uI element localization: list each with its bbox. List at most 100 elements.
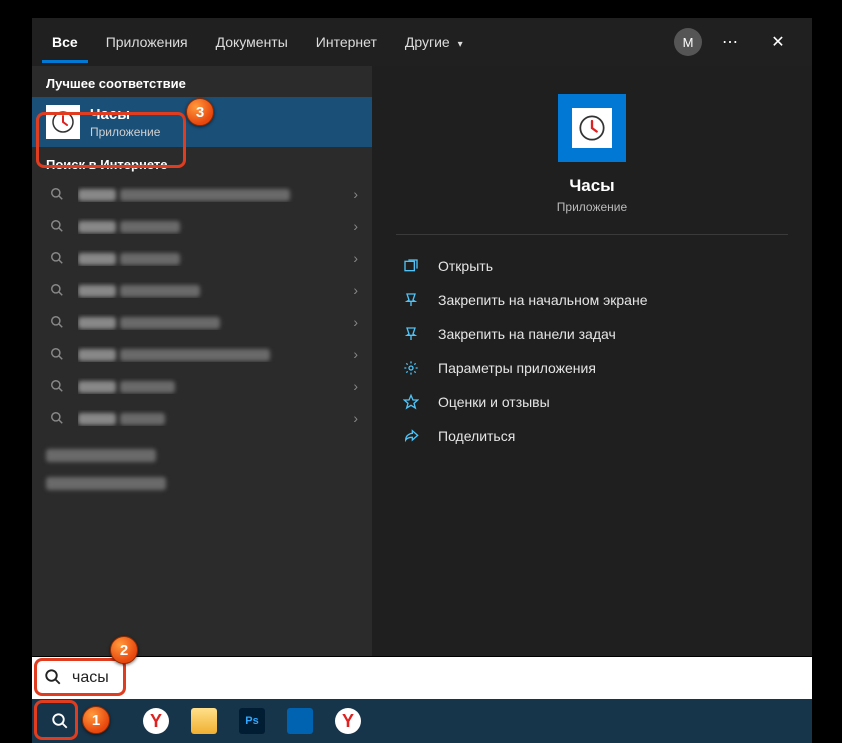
chevron-right-icon: › <box>353 186 358 202</box>
panel-header: Все Приложения Документы Интернет Другие… <box>32 18 812 66</box>
chevron-right-icon: › <box>353 410 358 426</box>
best-match-header: Лучшее соответствие <box>32 66 372 97</box>
browser-icon: Y <box>142 707 170 735</box>
tab-more-label: Другие <box>405 34 450 50</box>
chevron-right-icon: › <box>353 218 358 234</box>
action-share[interactable]: Поделиться <box>396 419 788 453</box>
calendar-icon <box>286 707 314 735</box>
search-icon <box>46 187 68 201</box>
preview-subtitle: Приложение <box>557 200 627 214</box>
web-result-label <box>78 282 353 298</box>
search-icon <box>46 347 68 361</box>
tab-apps[interactable]: Приложения <box>96 22 198 63</box>
web-result-item[interactable]: › <box>32 210 372 242</box>
extra-item[interactable] <box>46 468 358 496</box>
chevron-down-icon: ▾ <box>458 39 463 50</box>
extra-categories <box>32 434 372 502</box>
action-pin-start[interactable]: Закрепить на начальном экране <box>396 283 788 317</box>
folder-icon <box>190 707 218 735</box>
web-results: › › › › <box>32 178 372 434</box>
web-result-item[interactable]: › <box>32 402 372 434</box>
chevron-right-icon: › <box>353 250 358 266</box>
pin-taskbar-icon <box>400 326 422 342</box>
pin-start-icon <box>400 292 422 308</box>
web-result-label <box>78 314 353 330</box>
action-label: Поделиться <box>438 428 515 444</box>
tab-documents[interactable]: Документы <box>206 22 298 63</box>
web-result-label <box>78 346 353 362</box>
action-label: Закрепить на начальном экране <box>438 292 648 308</box>
action-app-settings[interactable]: Параметры приложения <box>396 351 788 385</box>
best-match-item[interactable]: Часы Приложение <box>32 97 372 147</box>
star-icon <box>400 394 422 410</box>
chevron-right-icon: › <box>353 282 358 298</box>
extra-item[interactable] <box>46 440 358 468</box>
search-icon <box>46 411 68 425</box>
preview-header: Часы Приложение <box>396 94 788 235</box>
web-result-label <box>78 378 353 394</box>
best-match-text: Часы Приложение <box>90 106 160 139</box>
share-icon <box>400 428 422 444</box>
clock-icon <box>572 108 612 148</box>
web-result-label <box>78 218 353 234</box>
preview-title: Часы <box>569 176 614 196</box>
web-result-item[interactable]: › <box>32 178 372 210</box>
chevron-right-icon: › <box>353 314 358 330</box>
web-result-item[interactable]: › <box>32 274 372 306</box>
open-icon <box>400 258 422 274</box>
search-icon <box>46 379 68 393</box>
close-icon[interactable]: ✕ <box>758 22 798 62</box>
tab-more[interactable]: Другие ▾ <box>395 22 473 63</box>
action-label: Открыть <box>438 258 493 274</box>
taskbar-app-browser[interactable]: Y <box>132 699 180 743</box>
taskbar-search-button[interactable] <box>36 699 84 743</box>
gear-icon <box>400 360 422 376</box>
action-label: Параметры приложения <box>438 360 596 376</box>
filter-tabs: Все Приложения Документы Интернет Другие… <box>42 22 674 63</box>
chevron-right-icon: › <box>353 378 358 394</box>
web-result-item[interactable]: › <box>32 338 372 370</box>
clock-app-icon <box>46 105 80 139</box>
photoshop-icon: Ps <box>238 707 266 735</box>
web-result-item[interactable]: › <box>32 370 372 402</box>
results-list: Лучшее соответствие Часы Приложение Поис… <box>32 66 372 656</box>
web-result-label <box>78 410 353 426</box>
more-options-icon[interactable]: ⋯ <box>710 22 750 62</box>
search-icon <box>46 251 68 265</box>
search-panel: Все Приложения Документы Интернет Другие… <box>32 18 812 656</box>
browser-icon: Y <box>334 707 362 735</box>
panel-body: Лучшее соответствие Часы Приложение Поис… <box>32 66 812 656</box>
tab-internet[interactable]: Интернет <box>306 22 387 63</box>
taskbar-app-calendar[interactable] <box>276 699 324 743</box>
action-rate[interactable]: Оценки и отзывы <box>396 385 788 419</box>
search-icon <box>46 707 74 735</box>
tab-all[interactable]: Все <box>42 22 88 63</box>
web-result-item[interactable]: › <box>32 306 372 338</box>
search-icon <box>44 668 62 689</box>
search-input[interactable] <box>72 669 800 687</box>
header-actions: M ⋯ ✕ <box>674 22 798 62</box>
web-result-label <box>78 186 353 202</box>
best-match-title: Часы <box>90 106 160 123</box>
action-open[interactable]: Открыть <box>396 249 788 283</box>
taskbar-app-browser-2[interactable]: Y <box>324 699 372 743</box>
taskbar: Y Ps Y <box>32 699 812 743</box>
action-label: Оценки и отзывы <box>438 394 550 410</box>
action-label: Закрепить на панели задач <box>438 326 616 342</box>
search-icon <box>46 283 68 297</box>
preview-app-tile[interactable] <box>558 94 626 162</box>
chevron-right-icon: › <box>353 346 358 362</box>
web-result-label <box>78 250 353 266</box>
taskbar-app-photoshop[interactable]: Ps <box>228 699 276 743</box>
preview-actions: Открыть Закрепить на начальном экране За… <box>396 249 788 453</box>
action-pin-taskbar[interactable]: Закрепить на панели задач <box>396 317 788 351</box>
best-match-subtitle: Приложение <box>90 125 160 139</box>
preview-pane: Часы Приложение Открыть Закрепить на нач… <box>372 66 812 656</box>
user-avatar[interactable]: M <box>674 28 702 56</box>
search-icon <box>46 315 68 329</box>
web-search-header: Поиск в Интернете <box>32 147 372 178</box>
web-result-item[interactable]: › <box>32 242 372 274</box>
search-icon <box>46 219 68 233</box>
taskbar-app-explorer[interactable] <box>180 699 228 743</box>
search-bar[interactable] <box>32 657 812 699</box>
